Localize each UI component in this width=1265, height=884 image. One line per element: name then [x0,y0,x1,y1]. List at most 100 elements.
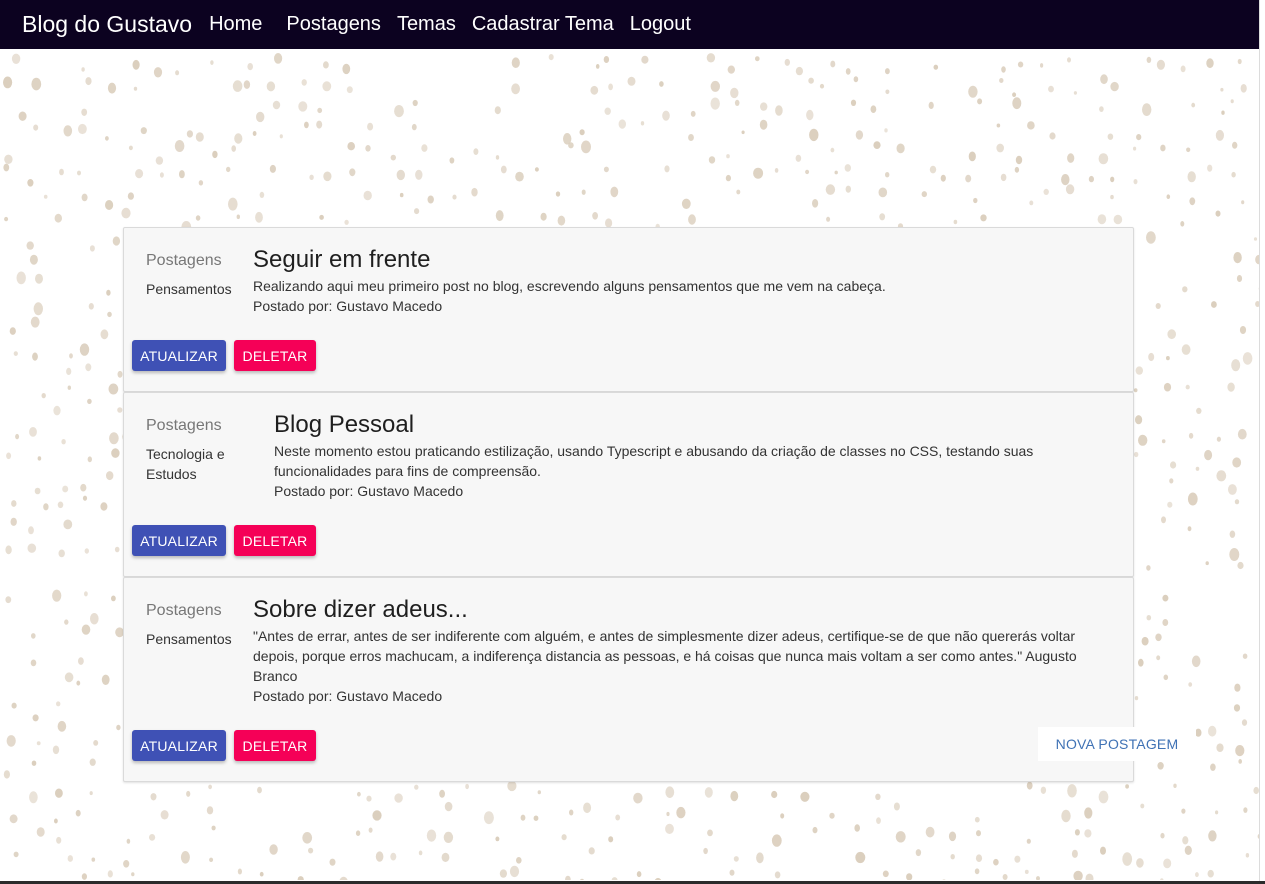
delete-button[interactable]: DELETAR [234,340,316,371]
background-dot [659,81,664,87]
background-dot [1215,810,1219,815]
nav-link-temas[interactable]: Temas [397,13,456,36]
background-dot [1110,176,1115,183]
background-dot [885,89,890,95]
background-dot [1135,366,1144,375]
background-dot [844,164,851,172]
delete-button[interactable]: DELETAR [234,525,316,556]
background-dot [1084,807,1093,819]
background-dot [160,810,169,820]
background-dot [906,873,913,880]
background-dot [915,849,922,857]
background-dot [347,142,356,151]
background-dot [228,197,238,211]
background-dot [153,67,163,78]
background-dot [1000,173,1007,182]
background-dot [1135,415,1143,425]
background-dot [1207,869,1214,878]
background-dot [557,215,566,226]
background-dot [4,216,9,222]
background-dot [234,133,243,144]
post-card: Postagens Tecnologia e Estudos Blog Pess… [123,392,1134,577]
background-dot [1113,214,1123,225]
delete-button[interactable]: DELETAR [234,730,316,761]
background-dot [1146,231,1156,244]
update-button[interactable]: ATUALIZAR [132,525,226,556]
background-dot [1156,655,1161,661]
background-dot [126,838,131,844]
background-dot [666,811,670,817]
background-dot [26,241,34,250]
nav-link-cadastrar-tema[interactable]: Cadastrar Tema [472,13,614,36]
background-dot [93,740,99,746]
brand-title[interactable]: Blog do Gustavo [22,11,192,38]
background-dot [365,145,371,152]
post-text: Neste momento estou praticando estilizaç… [274,441,1109,501]
background-dot [494,106,501,115]
background-dot [237,868,242,875]
background-dot [82,495,88,501]
background-dot [882,870,889,878]
background-dot [128,145,133,151]
background-dot [534,167,539,172]
background-dot [1088,175,1094,183]
background-dot [1195,466,1200,471]
background-dot [1205,561,1209,566]
background-dot [87,456,93,463]
background-dot [415,169,423,180]
background-dot [1187,171,1196,183]
nav-link-postagens[interactable]: Postagens [286,13,381,36]
nav-link-home[interactable]: Home [209,13,262,36]
post-section-label: Postagens [146,602,222,619]
background-dot [1238,759,1242,764]
background-dot [604,107,611,115]
new-post-button[interactable]: NOVA POSTAGEM [1038,727,1196,761]
background-dot [29,254,38,265]
post-title: Seguir em frente [253,246,431,273]
background-dot [90,613,99,625]
background-dot [266,81,276,92]
background-dot [1138,434,1148,446]
background-dot [366,795,372,802]
background-dot [131,872,135,877]
background-dot [269,844,278,855]
background-dot [1187,526,1192,532]
background-dot [394,793,403,803]
background-dot [611,877,618,880]
background-dot [1014,855,1021,863]
background-dot [579,878,585,880]
background-dot [89,791,93,796]
update-button[interactable]: ATUALIZAR [132,340,226,371]
background-dot [211,825,216,831]
background-dot [1191,102,1196,108]
background-dot [1142,103,1152,116]
background-dot [298,101,308,112]
background-dot [755,56,760,62]
background-dot [121,207,131,219]
background-dot [159,172,164,178]
background-dot [948,831,957,842]
background-dot [759,119,768,130]
background-dot [247,63,253,71]
background-dot [933,64,939,70]
background-dot [1156,59,1165,70]
background-dot [795,154,802,162]
background-dot [1098,153,1109,165]
nav-link-logout[interactable]: Logout [630,13,691,36]
background-dot [806,109,814,121]
background-dot [1235,745,1245,757]
background-dot [465,783,469,790]
background-dot [105,200,114,210]
background-dot [1182,286,1188,293]
background-dot [1049,132,1056,140]
background-dot [111,595,116,602]
background-dot [322,81,332,92]
background-dot [876,817,881,824]
background-dot [43,194,48,199]
update-button[interactable]: ATUALIZAR [132,730,226,761]
background-dot [87,398,92,404]
background-dot [950,854,955,860]
background-dot [1036,876,1040,880]
background-dot [1166,194,1171,199]
background-dot [107,82,117,94]
